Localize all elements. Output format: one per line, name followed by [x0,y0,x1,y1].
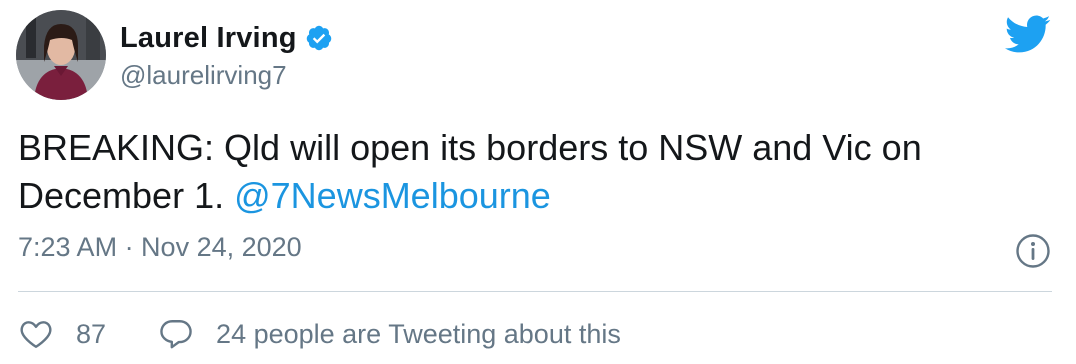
display-name[interactable]: Laurel Irving [120,22,297,55]
divider [18,291,1052,292]
tweet-text: BREAKING: Qld will open its borders to N… [18,124,1058,220]
engagement-bar: 87 24 people are Tweeting about this [18,314,621,354]
user-handle[interactable]: @laurelirving7 [120,60,333,91]
conversation-button[interactable]: 24 people are Tweeting about this [158,316,621,352]
like-count: 87 [76,318,107,349]
avatar[interactable] [16,10,106,100]
info-icon[interactable] [1015,233,1051,269]
heart-icon [18,316,54,352]
avatar-photo [16,10,106,100]
tweet-card: Laurel Irving @laurelirving7 BREAKING: Q… [0,0,1076,364]
conversation-text: 24 people are Tweeting about this [216,318,621,349]
twitter-bird-icon[interactable] [1002,14,1052,54]
mention-link[interactable]: @7NewsMelbourne [234,175,551,216]
tweet-timestamp[interactable]: 7:23 AM · Nov 24, 2020 [18,232,302,263]
user-block: Laurel Irving @laurelirving7 [120,18,333,91]
verified-badge-icon [305,24,333,52]
like-button[interactable]: 87 [18,316,106,352]
name-row: Laurel Irving [120,18,333,58]
speech-bubble-icon [158,316,194,352]
